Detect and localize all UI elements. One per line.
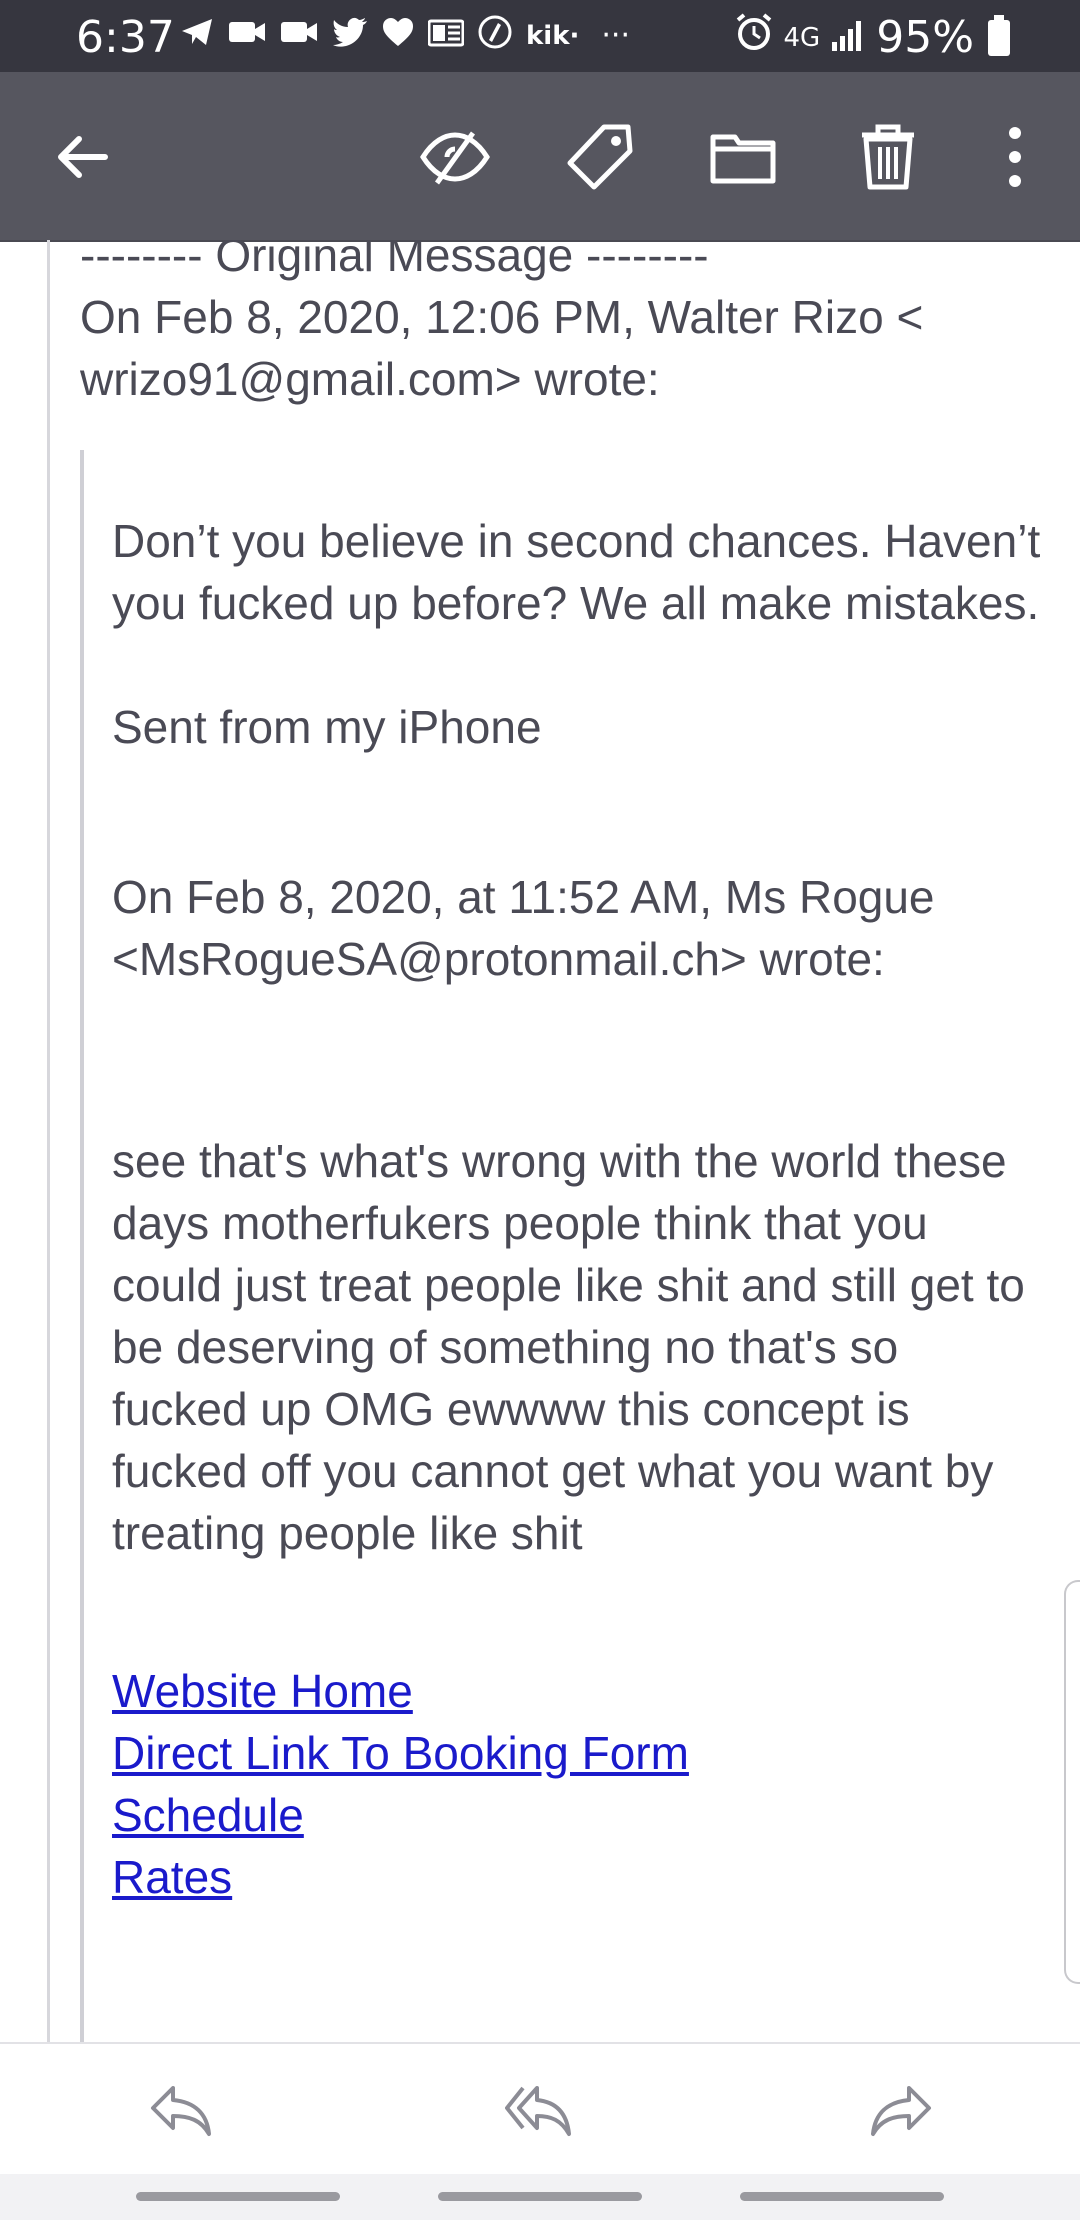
back-arrow-icon <box>58 136 108 178</box>
heart-icon <box>382 17 414 56</box>
original-message-divider: -------- Original Message -------- <box>80 240 709 281</box>
signal-icon <box>830 12 866 63</box>
reply-icon <box>151 2086 211 2136</box>
quoted-body: see that's what's wrong with the world t… <box>112 1135 1025 1559</box>
nav-back[interactable] <box>740 2192 944 2201</box>
twitter-icon <box>332 17 368 56</box>
reply-paragraph: Don’t you believe in second chances. Hav… <box>112 515 1041 629</box>
hide-eye-icon <box>420 131 490 185</box>
quoted-header: On Feb 8, 2020, at 11:52 AM, Ms Rogue <M… <box>112 871 935 985</box>
reply-button[interactable] <box>136 2074 226 2146</box>
link-website-home[interactable]: Website Home <box>112 1660 1042 1722</box>
folder-icon <box>710 134 776 184</box>
back-button[interactable] <box>40 112 130 202</box>
email-body[interactable]: -------- Original Message -------- On Fe… <box>0 240 1080 2042</box>
kik-icon: kik· <box>526 21 580 51</box>
more-vertical-icon <box>1009 127 1021 187</box>
signature: Sent from my iPhone <box>112 701 542 753</box>
link-booking-form[interactable]: Direct Link To Booking Form <box>112 1722 1042 1784</box>
sketch-icon <box>478 15 512 58</box>
system-nav-bar <box>0 2174 1080 2220</box>
battery-icon <box>988 14 1010 56</box>
video-icon <box>280 18 318 54</box>
sent-line: On Feb 8, 2020, 12:06 PM, Walter Rizo < … <box>80 291 924 405</box>
video-icon <box>228 18 266 54</box>
battery-percent: 95% <box>876 12 974 63</box>
more-dots-icon: ··· <box>601 18 630 53</box>
delete-button[interactable] <box>843 112 933 202</box>
reply-action-bar <box>0 2042 1080 2176</box>
status-bar: 6:37 kik· ··· 4G 95% <box>0 0 1080 72</box>
link-schedule[interactable]: Schedule <box>112 1784 1042 1846</box>
outlook-icon <box>427 17 465 56</box>
quote-rule-outer <box>47 240 50 2042</box>
quote-rule-inner <box>80 450 84 2042</box>
forward-icon <box>871 2086 931 2136</box>
quoted-message: Don’t you believe in second chances. Hav… <box>112 510 1042 1908</box>
link-rates[interactable]: Rates <box>112 1846 1042 1908</box>
label-button[interactable] <box>555 112 645 202</box>
status-right: 4G 95% <box>734 12 1010 63</box>
mark-unread-button[interactable] <box>410 112 500 202</box>
nav-recents[interactable] <box>136 2192 340 2201</box>
network-label: 4G <box>783 22 821 53</box>
tag-icon <box>567 124 633 190</box>
status-time: 6:37 <box>76 12 175 63</box>
reply-all-icon <box>505 2086 571 2136</box>
scroll-handle[interactable] <box>1064 1580 1080 1984</box>
email-toolbar <box>0 72 1080 242</box>
more-options-button[interactable] <box>970 112 1060 202</box>
nav-home[interactable] <box>438 2192 642 2201</box>
reply-all-button[interactable] <box>494 2074 584 2146</box>
trash-icon <box>862 124 914 190</box>
alarm-icon <box>734 12 774 63</box>
move-button[interactable] <box>698 112 788 202</box>
forward-button[interactable] <box>856 2074 946 2146</box>
forward-header: -------- Original Message -------- On Fe… <box>80 240 1040 410</box>
telegram-icon <box>180 17 214 56</box>
notification-icons: kik· ··· <box>180 15 630 56</box>
